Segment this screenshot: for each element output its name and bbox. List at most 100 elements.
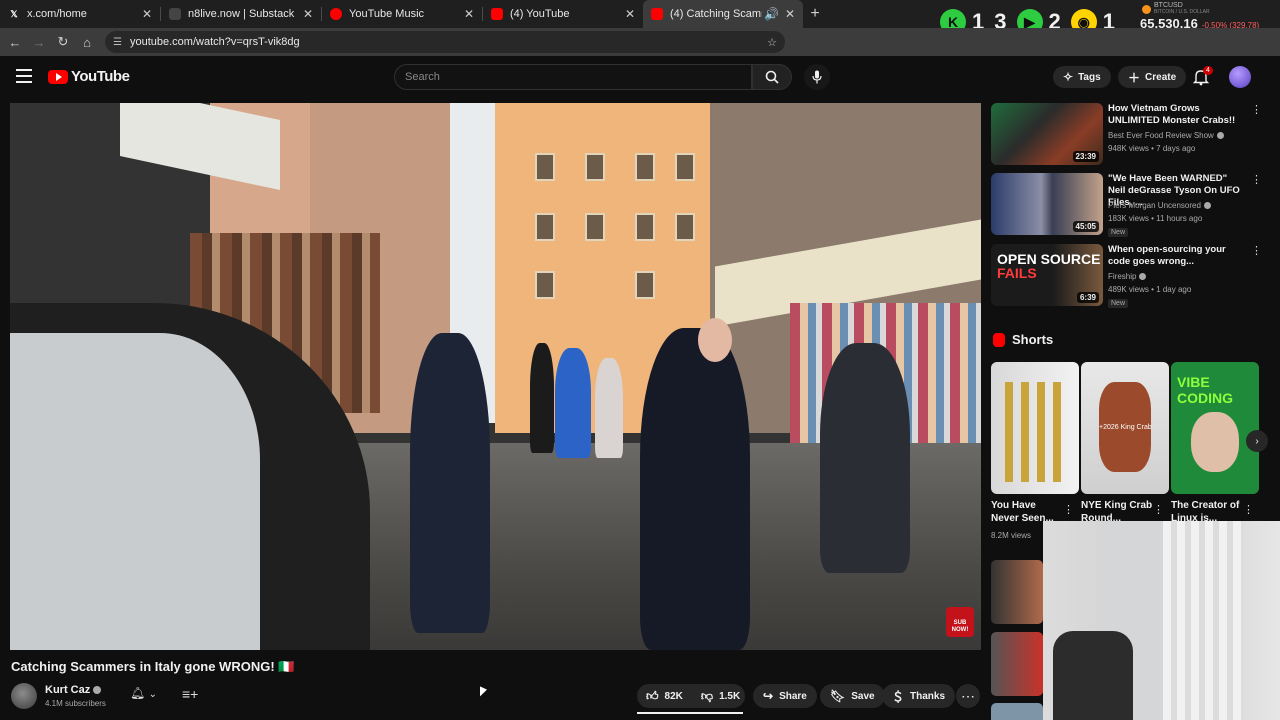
- window: [675, 153, 695, 181]
- tab-title: (4) YouTube: [510, 8, 570, 20]
- video-thumbnail[interactable]: [991, 632, 1043, 696]
- window: [585, 213, 605, 241]
- channel-name-text: Fireship: [1108, 272, 1137, 281]
- verified-icon: [1203, 202, 1211, 210]
- shorts-heading-text: Shorts: [1012, 332, 1054, 347]
- short-thumbnail[interactable]: +2026 King Crab: [1081, 362, 1169, 494]
- lower-recommendation-thumbnails[interactable]: [991, 560, 1043, 720]
- tab-substack[interactable]: n8live.now | Substack ✕: [161, 0, 321, 28]
- shorts-heading: Shorts: [993, 332, 1053, 347]
- create-button[interactable]: ＋ Create: [1118, 66, 1187, 88]
- verified-icon: [93, 686, 102, 695]
- address-toolbar: ← → ↻ ⌂ ☰ youtube.com/watch?v=qrsT-vik8d…: [0, 28, 1280, 76]
- close-tab-icon[interactable]: ✕: [785, 7, 795, 21]
- tab-x-home[interactable]: 𝕏 x.com/home ✕: [0, 0, 160, 28]
- site-info-icon[interactable]: ☰: [113, 37, 122, 48]
- video-thumbnail[interactable]: 23:39: [991, 103, 1103, 165]
- close-tab-icon[interactable]: ✕: [142, 7, 152, 21]
- recommended-video[interactable]: OPEN SOURCE FAILS 6:39 When open-sourcing…: [991, 244, 1262, 308]
- video-player[interactable]: SUB NOW!: [10, 103, 981, 650]
- thumb-text-fails: FAILS: [997, 265, 1037, 281]
- more-vertical-icon[interactable]: ⋮: [1251, 244, 1262, 257]
- window: [535, 153, 555, 181]
- menu-icon[interactable]: [16, 69, 32, 83]
- new-badge: New: [1108, 299, 1129, 308]
- tab-youtube-music[interactable]: YouTube Music ✕: [322, 0, 482, 28]
- short-thumbnail[interactable]: [991, 362, 1079, 494]
- video-meta: 183K views • 11 hours ago: [1108, 214, 1203, 223]
- back-icon[interactable]: ←: [3, 35, 27, 50]
- bitcoin-icon: [1142, 5, 1151, 14]
- add-to-queue-icon[interactable]: ≡+: [182, 686, 198, 702]
- super-thanks-icon: ＄: [892, 689, 905, 704]
- recommended-video[interactable]: 45:05 "We Have Been WARNED" Neil deGrass…: [991, 173, 1262, 237]
- page-scrollbar[interactable]: [1273, 60, 1279, 640]
- video-thumbnail[interactable]: 45:05: [991, 173, 1103, 235]
- search-icon: [765, 70, 779, 84]
- search-input[interactable]: Search: [394, 64, 752, 90]
- video-title[interactable]: When open-sourcing your code goes wrong.…: [1108, 244, 1243, 268]
- channel-name[interactable]: Best Ever Food Review Show: [1108, 131, 1224, 140]
- channel-name[interactable]: Fireship: [1108, 272, 1147, 281]
- more-vertical-icon[interactable]: ⋮: [1063, 503, 1074, 516]
- like-ratio-bar: [637, 712, 743, 714]
- thanks-button[interactable]: ＄ Thanks: [882, 684, 956, 708]
- webcam-overlay: [1043, 521, 1280, 720]
- home-icon[interactable]: ⌂: [75, 35, 99, 50]
- channel-avatar[interactable]: [11, 683, 37, 709]
- video-meta: 948K views • 7 days ago: [1108, 144, 1196, 153]
- video-thumbnail[interactable]: [991, 703, 1043, 720]
- speaker-icon[interactable]: 🔊: [764, 7, 779, 21]
- tab-current-video[interactable]: (4) Catching Scammers in It 🔊 ✕: [643, 0, 803, 28]
- more-vertical-icon[interactable]: ⋮: [1251, 173, 1262, 186]
- curtain: [1163, 521, 1243, 720]
- chair: [1053, 631, 1133, 720]
- shorts-next-button[interactable]: ›: [1246, 430, 1268, 452]
- forward-icon[interactable]: →: [27, 35, 51, 50]
- search-button[interactable]: [752, 64, 792, 90]
- like-button[interactable]: 👍︎ 82K: [637, 684, 692, 708]
- close-tab-icon[interactable]: ✕: [303, 7, 313, 21]
- save-button[interactable]: 🔖︎ Save: [820, 684, 885, 708]
- substack-icon: [169, 8, 181, 20]
- more-actions-button[interactable]: ⋯: [956, 684, 980, 708]
- channel-name[interactable]: Piers Morgan Uncensored: [1108, 201, 1211, 210]
- close-tab-icon[interactable]: ✕: [625, 7, 635, 21]
- channel-name-text: Piers Morgan Uncensored: [1108, 201, 1201, 210]
- more-vertical-icon[interactable]: ⋮: [1153, 503, 1164, 516]
- reload-icon[interactable]: ↻: [51, 34, 75, 50]
- tab-title: (4) Catching Scammers in It: [670, 8, 762, 20]
- url-field[interactable]: ☰ youtube.com/watch?v=qrsT-vik8dg ☆: [105, 31, 785, 53]
- dislike-button[interactable]: 👎︎ 1.5K: [692, 684, 749, 708]
- more-vertical-icon[interactable]: ⋮: [1243, 503, 1254, 516]
- microphone-icon: [812, 70, 822, 84]
- voice-search-button[interactable]: [804, 64, 830, 90]
- more-horizontal-icon: ⋯: [961, 687, 975, 704]
- subscription-bell-button[interactable]: 🔔︎ ⌄: [130, 686, 157, 700]
- recommended-video[interactable]: 23:39 How Vietnam Grows UNLIMITED Monste…: [991, 103, 1262, 167]
- close-tab-icon[interactable]: ✕: [464, 7, 474, 21]
- share-button[interactable]: ↪ Share: [753, 684, 817, 708]
- video-duration: 23:39: [1072, 151, 1099, 162]
- short-thumbnail[interactable]: VIBE CODING: [1171, 362, 1259, 494]
- video-duration: 45:05: [1072, 221, 1099, 232]
- video-thumbnail[interactable]: OPEN SOURCE FAILS 6:39: [991, 244, 1103, 306]
- video-thumbnail[interactable]: [991, 560, 1043, 624]
- new-tab-button[interactable]: +: [803, 5, 827, 23]
- plus-icon: ＋: [1128, 70, 1141, 85]
- more-vertical-icon[interactable]: ⋮: [1251, 103, 1262, 116]
- account-avatar[interactable]: [1229, 66, 1251, 88]
- subscribe-now-badge[interactable]: SUB NOW!: [946, 607, 974, 637]
- bookmark-star-icon[interactable]: ☆: [767, 36, 777, 49]
- vlogger-shirt: [10, 333, 260, 650]
- bookmark-icon: 🔖︎: [830, 689, 846, 703]
- like-dislike-group: 👍︎ 82K 👎︎ 1.5K: [637, 684, 745, 708]
- mouse-cursor: [480, 686, 487, 700]
- youtube-logo[interactable]: YouTube: [48, 68, 130, 85]
- tags-button[interactable]: ✧ Tags: [1053, 66, 1111, 88]
- video-title[interactable]: How Vietnam Grows UNLIMITED Monster Crab…: [1108, 103, 1243, 127]
- create-label: Create: [1145, 71, 1177, 83]
- chevron-right-icon: ›: [1255, 435, 1259, 447]
- channel-name[interactable]: Kurt Caz: [45, 684, 102, 696]
- tab-youtube-home[interactable]: (4) YouTube ✕: [483, 0, 643, 28]
